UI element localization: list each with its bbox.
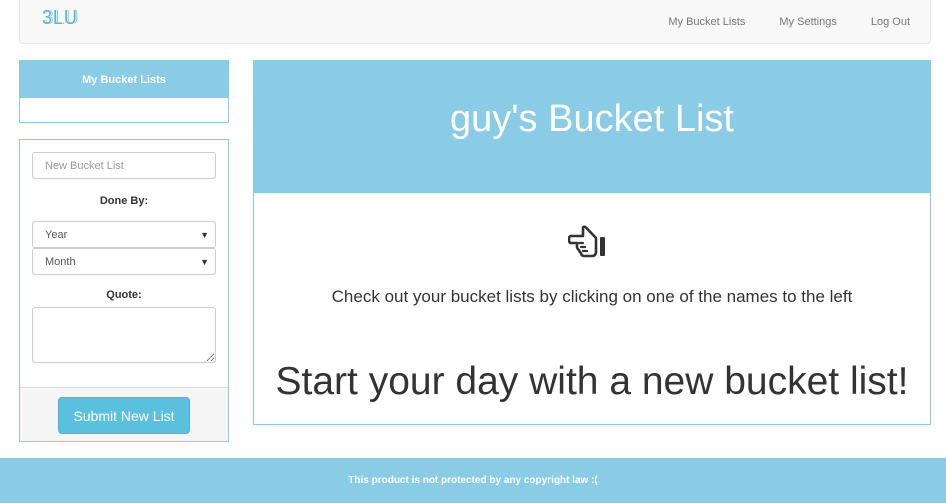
footer: This product is not protected by any cop… (0, 458, 946, 503)
nav-link-log-out[interactable]: Log Out (854, 16, 930, 28)
quote-label: Quote: (106, 289, 142, 301)
bucket-lists-heading: My Bucket Lists (20, 61, 228, 98)
form-footer: Submit New List (20, 387, 228, 441)
hand-pointing-left-icon (568, 225, 605, 258)
nav-link-my-settings[interactable]: My Settings (762, 16, 853, 28)
main-heading: guy's Bucket List (254, 61, 930, 193)
page-title: guy's Bucket List (450, 97, 734, 140)
caret-down-icon: ▼ (200, 229, 209, 240)
nav-links: My Bucket Lists My Settings Log Out (651, 0, 930, 44)
footer-text: This product is not protected by any cop… (348, 475, 598, 486)
cta-heading: Start your day with a new bucket list! (275, 360, 909, 403)
year-select[interactable]: Year ▼ (32, 221, 216, 248)
month-select-value: Month (45, 255, 76, 268)
main-panel: guy's Bucket List Check out your bucket … (253, 60, 931, 425)
nav-link-my-bucket-lists[interactable]: My Bucket Lists (651, 16, 762, 28)
navbar: 3LU My Bucket Lists My Settings Log Out (19, 0, 931, 44)
year-select-value: Year (45, 228, 68, 241)
hint-text: Check out your bucket lists by clicking … (331, 287, 853, 306)
new-list-form: Done By: Year ▼ Month ▼ Quote: Submit Ne… (19, 139, 229, 442)
brand-logo[interactable]: 3LU (42, 7, 78, 30)
quote-textarea[interactable] (32, 307, 216, 363)
caret-down-icon: ▼ (200, 256, 209, 267)
new-bucket-list-input[interactable] (32, 152, 216, 179)
bucket-lists-panel: My Bucket Lists (19, 60, 229, 123)
submit-new-list-button[interactable]: Submit New List (58, 397, 190, 434)
month-select[interactable]: Month ▼ (32, 248, 216, 275)
done-by-label: Done By: (99, 195, 149, 207)
